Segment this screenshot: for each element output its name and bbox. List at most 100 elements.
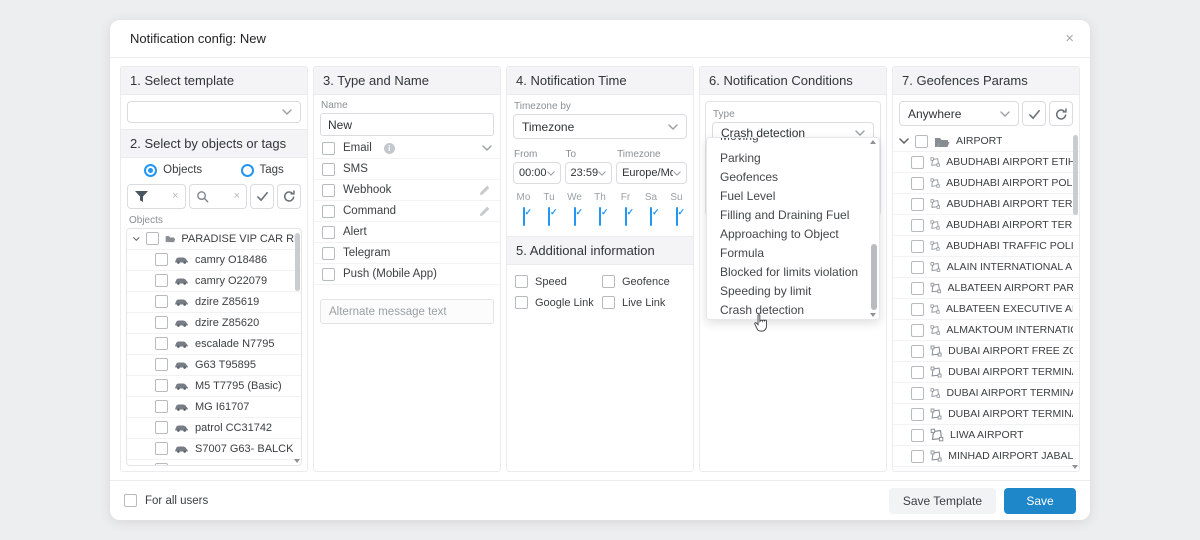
geofence-checkbox[interactable] (911, 471, 924, 472)
object-checkbox[interactable] (155, 379, 168, 392)
object-row[interactable]: dzire Z85620 (127, 313, 301, 334)
channel-checkbox[interactable] (322, 142, 335, 155)
channel-row[interactable]: Email i (314, 138, 500, 159)
for-all-users-checkbox[interactable] (124, 494, 137, 507)
apply-geofences-button[interactable] (1022, 101, 1046, 126)
weekday-checkbox[interactable] (625, 207, 627, 226)
additional-checkbox-item[interactable]: Live Link (602, 296, 685, 309)
dropdown-scrollbar-thumb[interactable] (871, 244, 877, 310)
object-checkbox[interactable] (155, 442, 168, 455)
geofence-checkbox[interactable] (911, 345, 924, 358)
geofence-row[interactable]: DUBAI AIRPORT TERMINAL 1 (893, 362, 1079, 383)
additional-checkbox-item[interactable]: Google Link (515, 296, 598, 309)
filter-input[interactable]: × (127, 184, 186, 209)
refresh-geofences-button[interactable] (1049, 101, 1073, 126)
timezone-by-select[interactable]: Timezone (513, 114, 687, 139)
apply-selection-button[interactable] (250, 184, 274, 209)
radio-tags[interactable]: Tags (241, 164, 284, 177)
geofence-row[interactable]: ALBATEEN AIRPORT PARKING (893, 278, 1079, 299)
save-template-button[interactable]: Save Template (889, 488, 996, 514)
geofence-row[interactable]: MINHAD AIRPORT JABAL ALI (893, 446, 1079, 467)
checkbox[interactable] (602, 296, 615, 309)
geofence-checkbox[interactable] (911, 261, 924, 274)
geofence-row[interactable]: DUBAI AIRPORT FREE ZONE (893, 341, 1079, 362)
object-checkbox[interactable] (155, 337, 168, 350)
dropdown-option[interactable]: Geofences (707, 167, 879, 186)
group-checkbox[interactable] (915, 135, 928, 148)
channel-row[interactable]: Push (Mobile App) (314, 264, 500, 285)
geofence-checkbox[interactable] (911, 387, 924, 400)
weekday-checkbox[interactable] (676, 207, 678, 226)
object-row[interactable]: escalade N7795 (127, 334, 301, 355)
dropdown-scroll-down-icon[interactable] (870, 313, 876, 317)
object-row[interactable]: dzire Z85619 (127, 292, 301, 313)
dropdown-option[interactable]: Fuel Level (707, 186, 879, 205)
edit-pencil-icon[interactable] (478, 204, 492, 218)
object-checkbox[interactable] (155, 400, 168, 413)
object-row[interactable]: camry O18486 (127, 250, 301, 271)
dropdown-option[interactable]: Approaching to Object (707, 224, 879, 243)
dropdown-option[interactable]: Formula (707, 243, 879, 262)
geofence-checkbox[interactable] (911, 177, 924, 190)
weekday-checkbox[interactable] (574, 207, 576, 226)
object-checkbox[interactable] (155, 274, 168, 287)
dropdown-option[interactable]: Parking (707, 148, 879, 167)
save-button[interactable]: Save (1004, 488, 1076, 514)
weekday-checkbox[interactable] (548, 207, 550, 226)
dropdown-option[interactable]: Crash detection (707, 300, 879, 319)
objects-group-row[interactable]: PARADISE VIP CAR RENTAL LLC (127, 229, 301, 250)
refresh-objects-button[interactable] (277, 184, 301, 209)
geofence-row[interactable]: ALMAKTOUM INTERNATIONAL A... (893, 320, 1079, 341)
object-checkbox[interactable] (155, 463, 168, 466)
for-all-users-option[interactable]: For all users (124, 494, 208, 507)
object-row[interactable]: camry O22079 (127, 271, 301, 292)
geofence-checkbox[interactable] (911, 408, 924, 421)
chevron-down-icon[interactable] (482, 145, 492, 151)
geofence-row[interactable]: ABUDHABI TRAFFIC POLICE CEN... (893, 236, 1079, 257)
geofence-group-row[interactable]: AIRPORT (893, 131, 1079, 152)
geofence-checkbox[interactable] (911, 219, 924, 232)
channel-row[interactable]: Telegram (314, 243, 500, 264)
channel-checkbox[interactable] (322, 268, 335, 281)
checkbox[interactable] (602, 275, 615, 288)
channel-checkbox[interactable] (322, 184, 335, 197)
geofence-row[interactable]: LIWA AIRPORT (893, 425, 1079, 446)
geofence-mode-select[interactable]: Anywhere (899, 101, 1019, 126)
dropdown-option-clipped[interactable]: Moving (707, 138, 879, 148)
geofence-row[interactable]: ALBATEEN EXECUTIVE AIRPORT ... (893, 299, 1079, 320)
search-input[interactable]: × (189, 184, 248, 209)
object-row[interactable]: MG I61707 (127, 397, 301, 418)
clear-search-icon[interactable]: × (234, 190, 240, 202)
object-checkbox[interactable] (155, 253, 168, 266)
additional-checkbox-item[interactable]: Speed (515, 275, 598, 288)
dropdown-option[interactable]: Filling and Draining Fuel (707, 205, 879, 224)
geofence-checkbox[interactable] (911, 240, 924, 253)
geofence-row[interactable]: ABUDHABI AIRPORT POLICE STA... (893, 173, 1079, 194)
dropdown-option[interactable]: Speeding by limit (707, 281, 879, 300)
object-checkbox[interactable] (155, 295, 168, 308)
additional-checkbox-item[interactable]: Geofence (602, 275, 685, 288)
object-row[interactable]: S7007 G63- BALCK (127, 439, 301, 460)
object-row[interactable]: patrol CC31742 (127, 418, 301, 439)
alternate-message-input[interactable]: Alternate message text (320, 299, 494, 324)
geofences-scrollbar-thumb[interactable] (1073, 135, 1078, 215)
object-row[interactable]: G63 T95895 (127, 355, 301, 376)
template-select[interactable] (127, 101, 301, 123)
close-icon[interactable]: × (1065, 31, 1074, 46)
weekday-checkbox[interactable] (650, 207, 652, 226)
dropdown-scroll-up-icon[interactable] (870, 140, 876, 144)
objects-scroll-down-icon[interactable] (294, 459, 300, 463)
geofence-checkbox[interactable] (911, 156, 924, 169)
name-input[interactable]: New (320, 113, 494, 136)
geofence-checkbox[interactable] (911, 303, 924, 316)
edit-pencil-icon[interactable] (478, 183, 492, 197)
geofence-checkbox[interactable] (911, 429, 924, 442)
geofences-scroll-down-icon[interactable] (1072, 465, 1078, 469)
object-checkbox[interactable] (155, 421, 168, 434)
expand-chevron-icon[interactable] (133, 236, 140, 242)
weekday-checkbox[interactable] (523, 207, 525, 226)
from-select[interactable]: 00:00 (513, 162, 561, 184)
geofence-row[interactable]: ALAIN INTERNATIONAL AIRPORT (893, 257, 1079, 278)
object-row[interactable]: M5 T7795 (Basic) (127, 376, 301, 397)
object-checkbox[interactable] (155, 316, 168, 329)
